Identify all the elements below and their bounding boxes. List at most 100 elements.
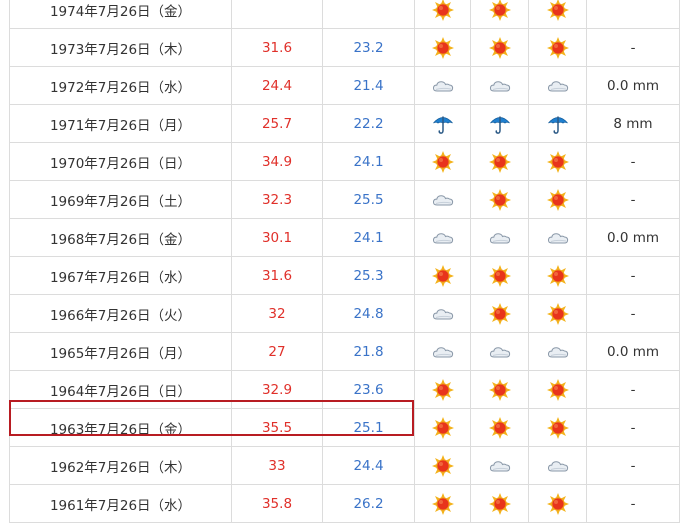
max-temp-cell: 34.9 [231,142,323,181]
table-row: 1964年7月26日（日） 32.9 23.6 - [9,370,680,409]
weather-cell [414,256,471,295]
sunny-icon [546,492,569,515]
weather-cell [470,370,529,409]
max-temp-cell: 31.6 [231,28,323,67]
precipitation-cell: - [586,180,680,219]
date-cell: 1965年7月26日（月） [9,332,232,371]
weather-cell [470,180,529,219]
max-temp-cell: 33 [231,446,323,485]
date-cell: 1963年7月26日（金） [9,408,232,447]
precipitation-cell: 0.0 mm [586,218,680,257]
date-cell: 1974年7月26日（金） [9,0,232,29]
max-temp-cell: 32.3 [231,180,323,219]
precipitation-cell: - [586,446,680,485]
weather-cell [414,294,471,333]
weather-cell [470,294,529,333]
sunny-icon [488,416,511,439]
weather-cell [470,28,529,67]
weather-rows: 1974年7月26日（金） 1973年7月26日（木） 31.6 23.2-1972年… [9,0,680,523]
max-temp-cell: 27 [231,332,323,371]
date-cell: 1962年7月26日（木） [9,446,232,485]
sunny-icon [488,188,511,211]
min-temp-cell: 24.8 [322,294,415,333]
sunny-icon [546,378,569,401]
sunny-icon [431,36,454,59]
max-temp-cell: 35.8 [231,484,323,523]
sunny-icon [546,36,569,59]
date-cell: 1968年7月26日（金） [9,218,232,257]
weather-cell [414,370,471,409]
sunny-icon [546,0,569,21]
min-temp-cell: 24.1 [322,218,415,257]
weather-cell [528,180,587,219]
sunny-icon [431,492,454,515]
table-row: 1970年7月26日（日） 34.9 24.1 - [9,142,680,181]
min-temp-cell: 23.6 [322,370,415,409]
rain-umbrella-icon [547,113,569,135]
table-row: 1973年7月26日（木） 31.6 23.2 - [9,28,680,67]
weather-cell [414,446,471,485]
cloudy-icon [547,227,569,249]
min-temp-cell: 25.5 [322,180,415,219]
weather-cell [414,484,471,523]
date-cell: 1971年7月26日（月） [9,104,232,143]
sunny-icon [546,150,569,173]
max-temp-cell [231,0,323,29]
cloudy-icon [547,341,569,363]
weather-cell [528,256,587,295]
weather-cell [470,142,529,181]
max-temp-cell: 32 [231,294,323,333]
table-row: 1966年7月26日（火） 32 24.8 - [9,294,680,333]
sunny-icon [488,150,511,173]
weather-cell [470,218,529,257]
sunny-icon [431,454,454,477]
weather-cell [528,294,587,333]
sunny-icon [546,302,569,325]
max-temp-cell: 32.9 [231,370,323,409]
sunny-icon [488,492,511,515]
weather-cell [470,256,529,295]
precipitation-cell: - [586,294,680,333]
sunny-icon [431,378,454,401]
weather-cell [528,408,587,447]
weather-cell [528,332,587,371]
sunny-icon [546,264,569,287]
max-temp-cell: 24.4 [231,66,323,105]
cloudy-icon [489,455,511,477]
table-row: 1972年7月26日（水） 24.4 21.4 0.0 mm [9,66,680,105]
weather-cell [470,484,529,523]
min-temp-cell: 21.4 [322,66,415,105]
max-temp-cell: 35.5 [231,408,323,447]
weather-cell [528,28,587,67]
weather-cell [470,332,529,371]
rain-umbrella-icon [432,113,454,135]
min-temp-cell [322,0,415,29]
table-row: 1963年7月26日（金） 35.5 25.1 - [9,408,680,447]
min-temp-cell: 25.3 [322,256,415,295]
cloudy-icon [547,75,569,97]
sunny-icon [431,0,454,21]
date-cell: 1973年7月26日（木） [9,28,232,67]
weather-cell [470,408,529,447]
weather-cell [470,446,529,485]
min-temp-cell: 24.1 [322,142,415,181]
sunny-icon [488,378,511,401]
min-temp-cell: 22.2 [322,104,415,143]
precipitation-cell: - [586,28,680,67]
date-cell: 1966年7月26日（火） [9,294,232,333]
rain-umbrella-icon [489,113,511,135]
min-temp-cell: 24.4 [322,446,415,485]
sunny-icon [431,416,454,439]
weather-cell [414,218,471,257]
weather-cell [528,142,587,181]
date-cell: 1969年7月26日（土） [9,180,232,219]
precipitation-cell: - [586,142,680,181]
precipitation-cell: - [586,408,680,447]
cloudy-icon [432,227,454,249]
table-row: 1968年7月26日（金） 30.1 24.1 0.0 mm [9,218,680,257]
table-row: 1965年7月26日（月） 27 21.8 0.0 mm [9,332,680,371]
date-cell: 1972年7月26日（水） [9,66,232,105]
weather-cell [470,0,529,29]
table-row: 1969年7月26日（土） 32.3 25.5 - [9,180,680,219]
weather-cell [414,66,471,105]
